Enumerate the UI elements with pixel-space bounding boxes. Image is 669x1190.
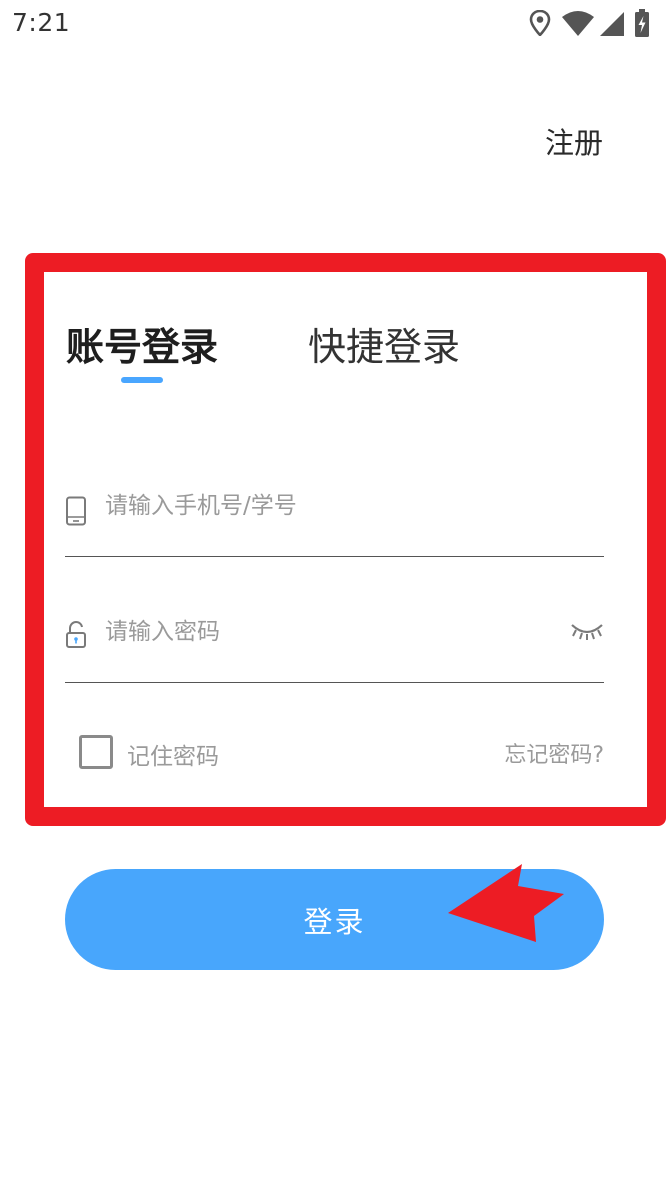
register-link[interactable]: 注册 — [545, 120, 603, 162]
cellular-signal-icon — [600, 12, 624, 36]
status-bar: 7:21 — [0, 0, 669, 48]
login-button-label: 登录 — [303, 904, 366, 939]
highlight-annotation-frame — [25, 253, 666, 826]
wifi-icon — [562, 11, 594, 36]
location-icon — [529, 10, 551, 36]
login-button[interactable]: 登录 — [65, 869, 604, 970]
status-time: 7:21 — [12, 8, 71, 37]
battery-charging-icon — [635, 9, 649, 37]
status-icons — [529, 9, 659, 37]
